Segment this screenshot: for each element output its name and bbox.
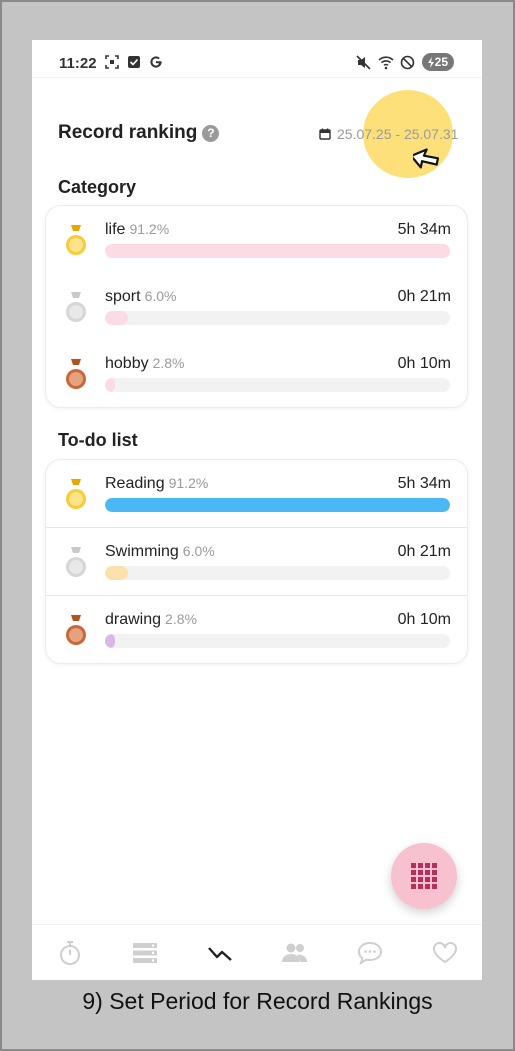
bronze-medal-icon [66, 615, 86, 645]
category-row[interactable]: life 91.2% 5h 34m [46, 206, 467, 273]
category-name: life [105, 221, 126, 238]
silver-medal-icon [66, 292, 86, 322]
timer-icon [59, 940, 80, 965]
chat-icon [357, 941, 382, 965]
row-label: Swimming 6.0% [105, 543, 215, 561]
caption: 9) Set Period for Record Rankings [82, 988, 433, 1014]
row-label: drawing 2.8% [105, 611, 197, 629]
category-time: 0h 21m [397, 288, 451, 305]
todo-time: 0h 10m [397, 611, 451, 628]
calendar-icon [319, 128, 331, 140]
battery-level: 25 [434, 55, 448, 69]
status-time: 11:22 [59, 55, 97, 72]
title-row: Record ranking ? [58, 122, 220, 144]
category-pct: 6.0% [144, 288, 177, 304]
grid-menu-button[interactable] [391, 843, 457, 909]
stats-icon [207, 946, 232, 961]
nav-chat[interactable] [355, 938, 385, 968]
todo-row[interactable]: Swimming 6.0% 0h 21m [46, 527, 467, 594]
progress-fill [105, 311, 128, 325]
category-card: life 91.2% 5h 34m sport 6.0% 0h 21m hobby 2… [45, 205, 468, 408]
cursor-arrow-icon [413, 148, 440, 169]
gold-medal-icon [66, 479, 86, 509]
progress-track [105, 311, 450, 325]
help-icon[interactable]: ? [202, 124, 220, 142]
progress-fill [105, 566, 128, 580]
nav-heart[interactable] [430, 938, 460, 968]
grid-icon [411, 863, 437, 889]
google-icon [148, 54, 164, 70]
todo-row[interactable]: drawing 2.8% 0h 10m [46, 595, 467, 662]
page-title: Record ranking [58, 122, 198, 143]
category-pct: 91.2% [129, 221, 170, 237]
progress-track [105, 498, 450, 512]
todo-title: To-do list [58, 430, 138, 450]
nav-timer[interactable] [55, 938, 85, 968]
category-time: 0h 10m [397, 355, 451, 372]
category-name: sport [105, 288, 141, 305]
todo-pct: 6.0% [182, 543, 215, 559]
category-pct: 2.8% [152, 355, 185, 371]
category-time: 5h 34m [397, 221, 451, 238]
status-left-icons [104, 54, 164, 70]
gold-medal-icon [66, 225, 86, 255]
todo-name: drawing [105, 611, 162, 628]
wifi-icon [378, 54, 394, 70]
todo-pct: 91.2% [168, 475, 209, 491]
bronze-medal-icon [66, 359, 86, 389]
progress-fill [105, 634, 116, 648]
battery-icon: 25 [421, 53, 454, 71]
row-label: Reading 91.2% [105, 475, 208, 493]
row-label: sport 6.0% [105, 288, 177, 306]
progress-track [105, 566, 450, 580]
dnd-icon [400, 54, 416, 70]
nav-friends[interactable] [280, 938, 310, 968]
status-right-icons: 25 [356, 53, 454, 71]
todo-name: Swimming [105, 543, 179, 560]
nav-stats[interactable] [205, 938, 235, 968]
category-title: Category [58, 177, 137, 197]
status-bar: 11:22 25 [32, 40, 482, 78]
date-range-button[interactable]: 25.07.25 - 25.07.31 [319, 126, 458, 142]
progress-track [105, 378, 450, 392]
date-range-text: 25.07.25 - 25.07.31 [337, 126, 459, 142]
progress-fill [105, 378, 116, 392]
progress-fill [105, 244, 450, 258]
todo-time: 0h 21m [397, 543, 451, 560]
mute-icon [356, 54, 372, 70]
category-row[interactable]: sport 6.0% 0h 21m [46, 273, 467, 340]
category-name: hobby [105, 355, 149, 372]
progress-track [105, 634, 450, 648]
nav-list[interactable] [130, 938, 160, 968]
list-icon [132, 942, 157, 963]
bottom-nav [32, 924, 482, 980]
row-label: life 91.2% [105, 221, 169, 239]
row-label: hobby 2.8% [105, 355, 185, 373]
heart-icon [432, 941, 457, 963]
todo-time: 5h 34m [397, 475, 451, 492]
progress-fill [105, 498, 450, 512]
silver-medal-icon [66, 547, 86, 577]
todo-pct: 2.8% [165, 611, 197, 627]
check-icon [126, 54, 142, 70]
todo-name: Reading [105, 475, 165, 492]
screenshot-icon [104, 54, 120, 70]
friends-icon [281, 943, 307, 962]
progress-track [105, 244, 450, 258]
phone-screen: 11:22 25 Record ranking ? 25.07.25 - 25.… [32, 40, 482, 980]
todo-card: Reading 91.2% 5h 34m Swimming 6.0% 0h 21m … [45, 459, 468, 664]
todo-row[interactable]: Reading 91.2% 5h 34m [46, 460, 467, 527]
category-row[interactable]: hobby 2.8% 0h 10m [46, 340, 467, 407]
